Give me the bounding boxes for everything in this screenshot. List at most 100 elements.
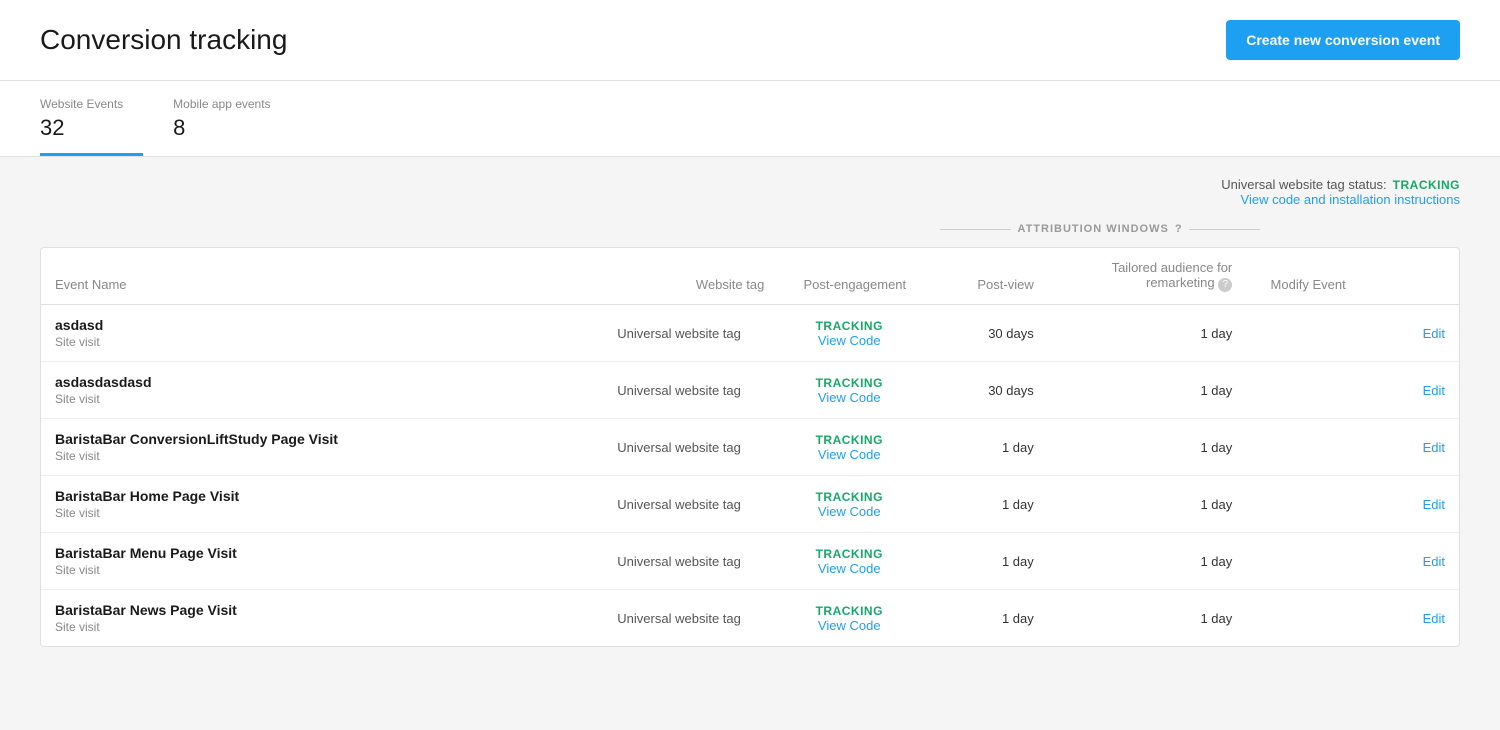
edit-button[interactable]: Edit (1423, 383, 1445, 398)
col-event-name: Event Name (41, 248, 580, 305)
edit-cell: Edit (1360, 476, 1459, 533)
view-code-link[interactable]: View Code (792, 447, 906, 462)
post-engagement-value: 1 day (1002, 440, 1034, 455)
post-view-cell: 1 day (1048, 305, 1247, 362)
table-row: BaristaBar Home Page Visit Site visit Un… (41, 476, 1459, 533)
tailored-audience-cell (1246, 476, 1359, 533)
tab-website-count: 32 (40, 115, 123, 141)
view-code-link[interactable]: View Code (792, 504, 906, 519)
website-tag-cell: Universal website tag (580, 305, 779, 362)
col-tailored-audience: Tailored audience for remarketing ? (1048, 248, 1247, 305)
tracking-status-cell: TRACKING View Code (778, 362, 920, 419)
tag-name: Universal website tag (617, 554, 741, 569)
post-engagement-cell: 30 days (920, 305, 1048, 362)
attribution-windows-header: ATTRIBUTION WINDOWS ? (940, 223, 1260, 235)
edit-cell: Edit (1360, 305, 1459, 362)
table-row: BaristaBar News Page Visit Site visit Un… (41, 590, 1459, 647)
table-row: BaristaBar Menu Page Visit Site visit Un… (41, 533, 1459, 590)
col-post-engagement: Post-engagement (778, 248, 920, 305)
website-tag-cell: Universal website tag (580, 419, 779, 476)
post-engagement-cell: 1 day (920, 419, 1048, 476)
edit-button[interactable]: Edit (1423, 554, 1445, 569)
tracking-status-cell: TRACKING View Code (778, 419, 920, 476)
attribution-line-right (1189, 229, 1260, 230)
main-content: Universal website tag status: TRACKING V… (0, 157, 1500, 667)
event-name: BaristaBar Home Page Visit (55, 488, 566, 504)
tabs-row: Website Events 32 Mobile app events 8 (40, 81, 1460, 156)
attribution-line-left (940, 229, 1011, 230)
page-title: Conversion tracking (40, 24, 287, 56)
tab-mobile-label: Mobile app events (173, 97, 270, 111)
event-info-cell: asdasdasdasd Site visit (41, 362, 580, 419)
website-tag-cell: Universal website tag (580, 533, 779, 590)
tracking-status: TRACKING (792, 547, 906, 561)
tailored-audience-cell (1246, 590, 1359, 647)
event-info-cell: BaristaBar Home Page Visit Site visit (41, 476, 580, 533)
view-code-link[interactable]: View Code (792, 618, 906, 633)
tracking-status: TRACKING (792, 376, 906, 390)
table-row: asdasdasdasd Site visit Universal websit… (41, 362, 1459, 419)
post-engagement-value: 30 days (988, 326, 1034, 341)
event-type: Site visit (55, 620, 566, 634)
tracking-status-badge: TRACKING (1393, 178, 1460, 192)
col-website-tag: Website tag (580, 248, 779, 305)
event-info-cell: BaristaBar Menu Page Visit Site visit (41, 533, 580, 590)
tag-name: Universal website tag (617, 611, 741, 626)
event-info-cell: BaristaBar ConversionLiftStudy Page Visi… (41, 419, 580, 476)
view-code-link[interactable]: View Code (792, 333, 906, 348)
tab-mobile-app-events[interactable]: Mobile app events 8 (173, 81, 290, 156)
tailored-audience-cell (1246, 419, 1359, 476)
tracking-status: TRACKING (792, 490, 906, 504)
create-conversion-event-button[interactable]: Create new conversion event (1226, 20, 1460, 60)
view-code-link[interactable]: View Code (792, 390, 906, 405)
event-name: BaristaBar Menu Page Visit (55, 545, 566, 561)
edit-cell: Edit (1360, 419, 1459, 476)
post-engagement-value: 1 day (1002, 554, 1034, 569)
post-engagement-cell: 1 day (920, 476, 1048, 533)
post-view-value: 1 day (1200, 326, 1232, 341)
post-view-cell: 1 day (1048, 590, 1247, 647)
post-engagement-value: 1 day (1002, 611, 1034, 626)
attribution-windows-help-icon[interactable]: ? (1175, 223, 1183, 235)
tag-name: Universal website tag (617, 383, 741, 398)
tailored-audience-help-icon[interactable]: ? (1218, 278, 1232, 292)
edit-button[interactable]: Edit (1423, 497, 1445, 512)
tag-name: Universal website tag (617, 440, 741, 455)
website-tag-cell: Universal website tag (580, 590, 779, 647)
event-type: Site visit (55, 335, 566, 349)
tracking-status: TRACKING (792, 433, 906, 447)
edit-button[interactable]: Edit (1423, 611, 1445, 626)
edit-button[interactable]: Edit (1423, 440, 1445, 455)
attribution-windows-section: ATTRIBUTION WINDOWS ? (40, 223, 1460, 239)
view-code-link[interactable]: View Code (792, 561, 906, 576)
edit-button[interactable]: Edit (1423, 326, 1445, 341)
post-view-cell: 1 day (1048, 476, 1247, 533)
page-header: Conversion tracking Create new conversio… (0, 0, 1500, 81)
post-engagement-cell: 1 day (920, 590, 1048, 647)
edit-cell: Edit (1360, 533, 1459, 590)
edit-cell: Edit (1360, 590, 1459, 647)
tracking-status-cell: TRACKING View Code (778, 590, 920, 647)
tracking-status-cell: TRACKING View Code (778, 476, 920, 533)
website-tag-cell: Universal website tag (580, 362, 779, 419)
tab-website-label: Website Events (40, 97, 123, 111)
website-tag-cell: Universal website tag (580, 476, 779, 533)
tracking-status-cell: TRACKING View Code (778, 305, 920, 362)
post-view-value: 1 day (1200, 611, 1232, 626)
post-engagement-cell: 30 days (920, 362, 1048, 419)
event-type: Site visit (55, 506, 566, 520)
event-name: asdasd (55, 317, 566, 333)
col-post-view: Post-view (920, 248, 1048, 305)
post-engagement-value: 30 days (988, 383, 1034, 398)
post-engagement-value: 1 day (1002, 497, 1034, 512)
attribution-windows-label: ATTRIBUTION WINDOWS (1017, 223, 1168, 235)
event-info-cell: asdasd Site visit (41, 305, 580, 362)
post-view-value: 1 day (1200, 497, 1232, 512)
tailored-audience-cell (1246, 533, 1359, 590)
tracking-status-cell: TRACKING View Code (778, 533, 920, 590)
view-code-installation-link[interactable]: View code and installation instructions (1241, 192, 1460, 207)
col-modify-event: Modify Event (1246, 248, 1359, 305)
table-row: asdasd Site visit Universal website tag … (41, 305, 1459, 362)
tab-website-events[interactable]: Website Events 32 (40, 81, 143, 156)
table-header-row: Event Name Website tag Post-engagement P… (41, 248, 1459, 305)
